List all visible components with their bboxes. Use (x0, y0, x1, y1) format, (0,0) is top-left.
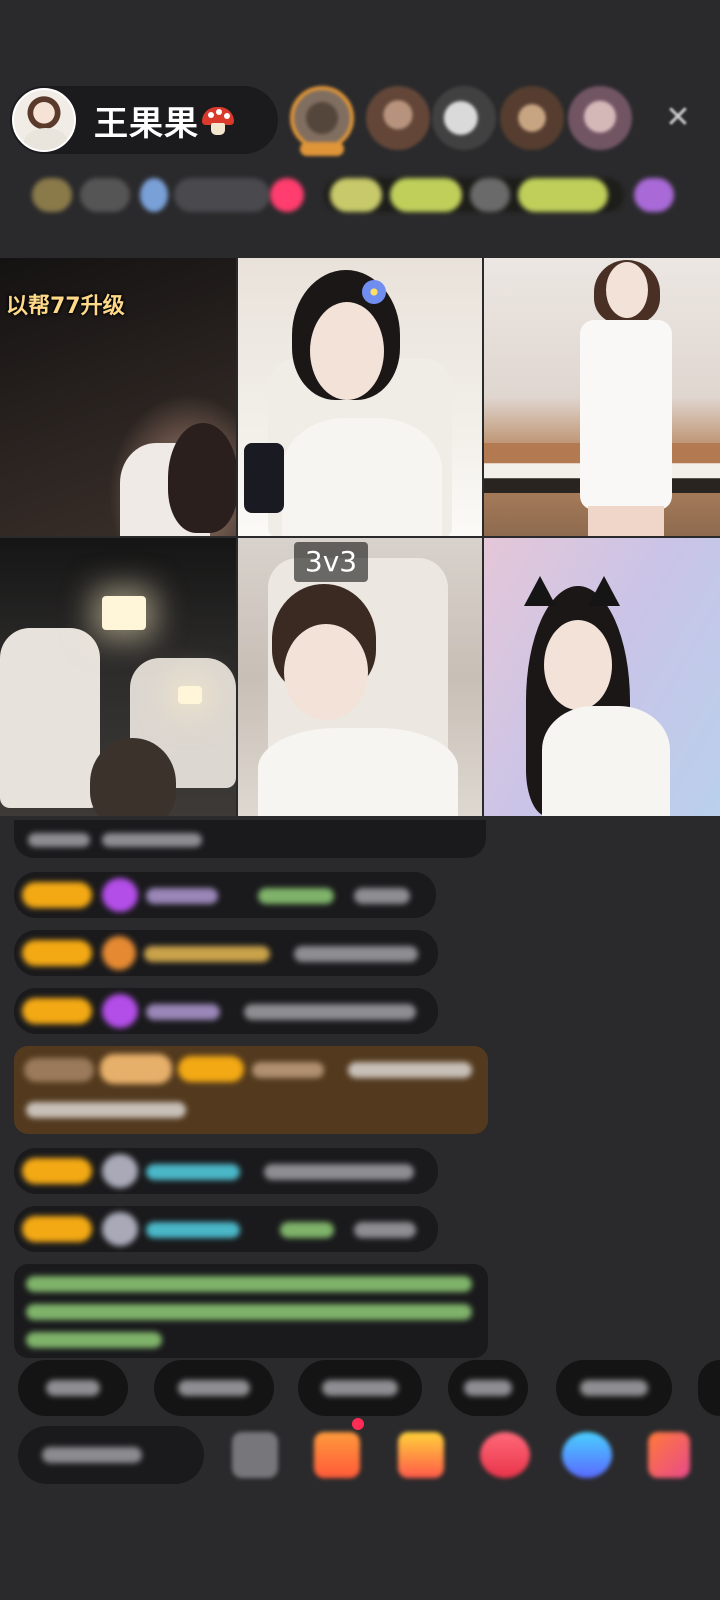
gift-icon[interactable] (398, 1432, 444, 1478)
guest-video-tile-2[interactable] (238, 258, 482, 536)
quick-reply-button[interactable] (698, 1360, 720, 1416)
quick-reply-button[interactable] (154, 1360, 274, 1416)
viewer-avatar[interactable] (500, 86, 564, 150)
more-grid-icon[interactable] (648, 1432, 690, 1478)
chat-input[interactable] (18, 1426, 204, 1484)
top-viewers-list (286, 86, 646, 162)
quick-reply-button[interactable] (448, 1360, 528, 1416)
gift-box-icon[interactable] (314, 1432, 360, 1478)
microphone-icon (244, 443, 284, 513)
mushroom-icon (201, 105, 235, 135)
viewer-avatar[interactable] (432, 86, 496, 150)
chat-message[interactable] (14, 1206, 438, 1252)
pk-icon[interactable] (480, 1432, 530, 1478)
lamp-icon (102, 596, 146, 630)
chat-message[interactable] (14, 1148, 438, 1194)
guest-video-tile-4[interactable] (0, 538, 236, 816)
quick-reply-button[interactable] (298, 1360, 422, 1416)
emoji-icon[interactable] (232, 1432, 278, 1478)
hair-flower-icon (362, 280, 386, 304)
pk-mode-label: 3v3 (294, 542, 368, 582)
viewer-avatar[interactable] (568, 86, 632, 150)
viewer-avatar[interactable] (366, 86, 430, 150)
chat-message[interactable] (14, 930, 438, 976)
notification-dot (352, 1418, 364, 1430)
guest-video-tile-6[interactable] (484, 538, 720, 816)
room-badges-row (18, 172, 686, 218)
cat-ear-icon (524, 576, 556, 606)
chat-message[interactable] (14, 820, 486, 858)
chat-bubble-icon[interactable] (562, 1432, 612, 1478)
quick-reply-button[interactable] (556, 1360, 672, 1416)
guest-video-tile-1[interactable]: 以帮77升级 (0, 258, 236, 536)
viewer-avatar[interactable] (290, 86, 354, 156)
chat-message[interactable] (14, 872, 436, 918)
chat-message[interactable] (14, 988, 438, 1034)
guest-tile-caption: 以帮77升级 (6, 294, 125, 319)
guest-video-tile-5[interactable]: 3v3 (238, 538, 482, 816)
host-profile-pill[interactable]: 王果果 (10, 86, 278, 154)
multi-guest-video-grid: 以帮77升级 3v3 (0, 258, 720, 816)
host-name: 王果果 (94, 103, 199, 144)
room-notice-message (14, 1264, 488, 1358)
gift-announcement-message[interactable] (14, 1046, 488, 1134)
quick-reply-button[interactable] (18, 1360, 128, 1416)
guest-video-tile-3[interactable] (484, 258, 720, 536)
close-icon[interactable]: ✕ (660, 100, 696, 136)
host-avatar[interactable] (12, 88, 76, 152)
